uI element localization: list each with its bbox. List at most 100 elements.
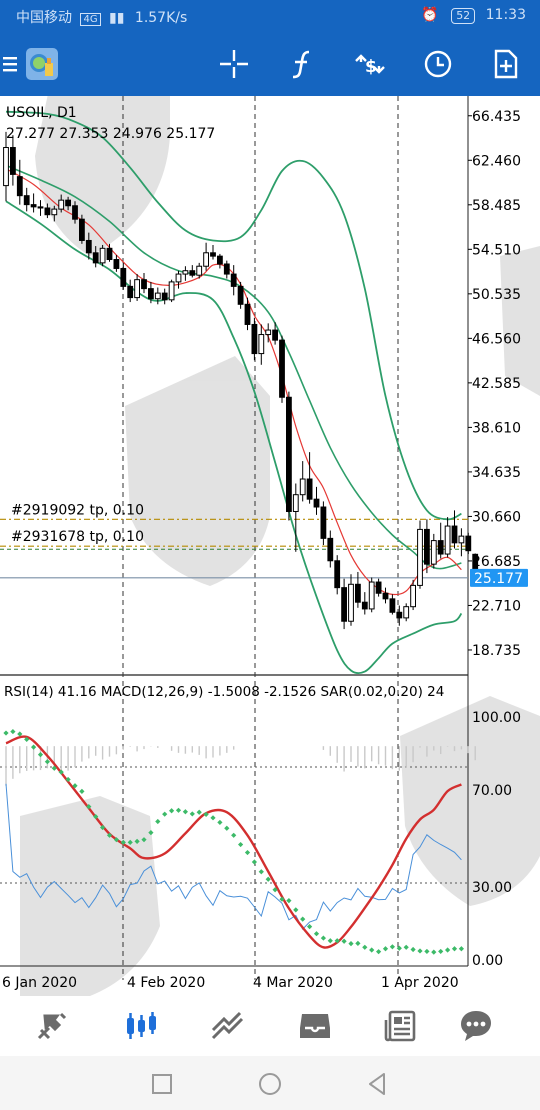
price-chart[interactable]: #2919092 tp, 0.10 #2931678 tp, 0.10 USOIL…: [0, 96, 540, 996]
date-tick-label: 4 Feb 2020: [127, 975, 205, 991]
sar-dot: [348, 941, 354, 947]
sar-dot: [431, 949, 437, 955]
status-bar: 中国移动 4G ▮▮ 1.57K/s ⏰ 52 11:33: [0, 0, 540, 32]
status-right: ⏰ 52 11:33: [421, 7, 526, 24]
sar-dot: [238, 841, 244, 848]
candle-body: [16, 176, 23, 197]
price-tick-label: 66.435: [472, 109, 521, 125]
sar-dot: [196, 809, 202, 815]
order-line-label: #2931678 tp, 0.10: [11, 529, 144, 545]
candle-body: [458, 535, 465, 544]
candle-body: [299, 478, 306, 496]
sar-dot: [3, 730, 9, 736]
trade-nav-icon[interactable]: [208, 1006, 248, 1046]
sar-dot: [286, 898, 292, 904]
sar-dot: [182, 809, 188, 815]
sar-dot: [258, 869, 264, 875]
recents-icon[interactable]: [148, 1070, 176, 1098]
candle-body: [106, 247, 113, 261]
candle-body: [403, 606, 410, 619]
chat-icon[interactable]: [456, 1006, 496, 1046]
crosshair-icon[interactable]: [214, 32, 254, 96]
sar-dot: [231, 832, 237, 838]
app-logo-icon[interactable]: [22, 32, 62, 96]
sar-dot: [293, 907, 299, 913]
candle-body: [168, 281, 175, 301]
candle-body: [313, 498, 320, 508]
sar-dot: [175, 807, 182, 813]
sar-dot: [327, 938, 333, 944]
candle-body: [286, 396, 292, 512]
sar-dot: [355, 940, 361, 947]
date-tick-label: 6 Jan 2020: [2, 975, 77, 991]
sar-dot: [44, 759, 50, 765]
price-tick-label: 54.510: [472, 242, 521, 258]
candle-body: [154, 292, 161, 300]
home-icon[interactable]: [256, 1070, 284, 1098]
sar-dot: [251, 859, 257, 865]
indicator-header: RSI(14) 41.16 MACD(12,26,9) -1.5008 -2.1…: [4, 684, 444, 700]
price-tick-label: 34.635: [472, 465, 521, 481]
sar-dot: [445, 947, 451, 953]
candle-body: [237, 285, 244, 305]
new-order-icon[interactable]: [486, 32, 526, 96]
sar-dot: [424, 948, 430, 955]
signal-icon: ▮▮: [109, 10, 125, 26]
candle-body: [148, 288, 154, 300]
indicator-tick-label: 100.00: [472, 710, 521, 726]
indicator-tick-label: 70.00: [472, 783, 512, 799]
back-icon[interactable]: [364, 1070, 392, 1098]
trade-icon[interactable]: $: [350, 32, 390, 96]
candle-body: [79, 218, 85, 241]
sar-dot: [189, 811, 195, 817]
candle-body: [417, 528, 423, 586]
chart-area[interactable]: #2919092 tp, 0.10 #2931678 tp, 0.10 USOIL…: [0, 96, 540, 996]
svg-text:$: $: [365, 57, 377, 77]
chart-icon[interactable]: [121, 1006, 161, 1046]
candle-body: [320, 506, 327, 539]
news-icon[interactable]: [380, 1006, 420, 1046]
sar-dot: [396, 945, 402, 951]
date-axis: 6 Jan 2020 4 Feb 2020 4 Mar 2020 1 Apr 2020: [2, 975, 459, 991]
candle-body: [444, 525, 451, 555]
carrier-label: 中国移动: [16, 10, 72, 26]
candle-body: [30, 204, 37, 208]
history-icon[interactable]: [295, 1006, 335, 1046]
candle-body: [134, 279, 140, 299]
watermark-shield-icon: [500, 246, 540, 396]
candle-body: [389, 598, 396, 613]
candle-body: [279, 339, 285, 398]
candle-body: [141, 279, 147, 290]
sar-dot: [410, 946, 416, 953]
current-price-tag-label: 25.177: [474, 571, 523, 587]
menu-icon[interactable]: [0, 32, 20, 96]
sar-dot: [341, 938, 347, 944]
candle-body: [189, 270, 196, 276]
ohlc-label: 27.277 27.353 24.976 25.177: [6, 126, 215, 142]
price-tick-label: 50.535: [472, 287, 521, 303]
candle-body: [127, 285, 134, 299]
bottom-nav: [0, 996, 540, 1056]
quotes-icon[interactable]: [33, 1006, 73, 1046]
candle-body: [196, 265, 203, 276]
candle-body: [258, 334, 265, 355]
sar-dot: [389, 944, 395, 950]
timeframe-icon[interactable]: [418, 32, 458, 96]
candle-body: [272, 329, 279, 341]
indicators-icon[interactable]: [282, 32, 322, 96]
candle-body: [44, 207, 51, 216]
candle-body: [382, 592, 389, 600]
candle-body: [65, 199, 71, 207]
indicator-tick-label: 0.00: [472, 953, 503, 969]
sar-dot: [300, 916, 306, 922]
candle-body: [361, 601, 368, 610]
candle-body: [72, 205, 78, 220]
price-tick-label: 18.735: [472, 643, 521, 659]
candle-body: [217, 255, 223, 265]
candle-body: [355, 583, 361, 603]
candle-body: [410, 584, 417, 608]
sar-dot: [10, 728, 16, 735]
sar-dot: [37, 752, 44, 758]
sar-dot: [417, 948, 423, 954]
date-tick-label: 4 Mar 2020: [253, 975, 333, 991]
